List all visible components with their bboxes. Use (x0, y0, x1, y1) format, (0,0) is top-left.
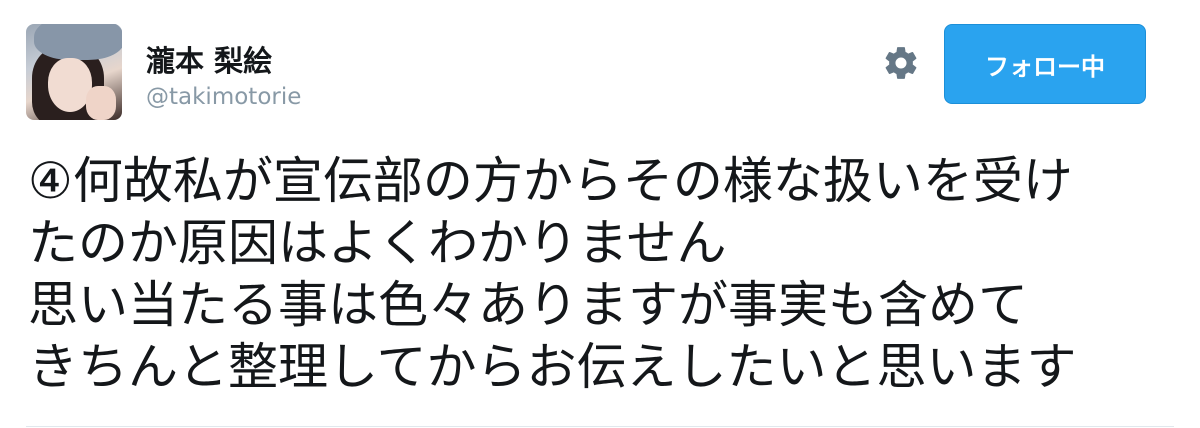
divider (26, 426, 1174, 427)
avatar-hat (34, 24, 122, 60)
tweet-line: 思い当たる事は色々ありますが事実も含めて (28, 276, 1028, 334)
display-name[interactable]: 瀧本 梨絵 (146, 38, 272, 80)
tweet-text: ④何故私が宣伝部の方からその様な扱いを受け たのか原因はよくわかりません 思い当… (28, 150, 1178, 398)
following-button[interactable]: フォロー中 (944, 24, 1146, 104)
user-handle[interactable]: @takimotorie (146, 84, 301, 110)
tweet-line: ④何故私が宣伝部の方からその様な扱いを受け (28, 152, 1073, 210)
tweet-line: たのか原因はよくわかりません (28, 214, 727, 272)
avatar-hand (86, 86, 116, 120)
gear-icon[interactable] (882, 44, 920, 82)
gear-icon-svg (885, 47, 917, 79)
tweet-line: きちんと整理してからお伝えしたいと思います (28, 338, 1077, 396)
avatar[interactable] (26, 24, 122, 120)
tweet-card: 瀧本 梨絵 @takimotorie フォロー中 ④何故私が宣伝部の方からその様… (0, 0, 1200, 428)
